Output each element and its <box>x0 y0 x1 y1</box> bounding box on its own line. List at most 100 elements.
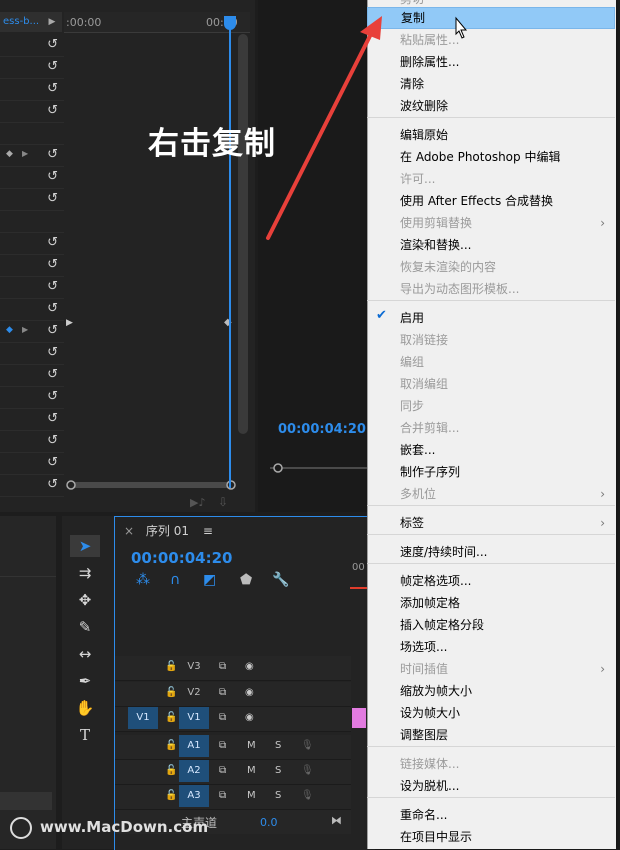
reset-parameter-icon[interactable]: ↺ <box>47 323 58 338</box>
effect-controls-playhead[interactable] <box>229 18 231 488</box>
timeline-tab[interactable]: × 序列 01 ≡ <box>124 522 213 539</box>
menu-item[interactable]: 波纹删除 <box>367 95 615 117</box>
track-target-toggle[interactable]: V1 <box>179 707 209 729</box>
type-tool-icon[interactable]: T <box>70 724 100 746</box>
timeline-track[interactable]: 🔓 V3 ⧉ ◉ <box>115 656 351 681</box>
keyframe-toggle-icon[interactable]: ◆ <box>6 149 13 159</box>
reset-parameter-icon[interactable]: ↺ <box>47 433 58 448</box>
voice-over-record-icon[interactable]: 🎙 <box>301 790 314 801</box>
hand-tool-icon[interactable]: ✋ <box>70 697 100 719</box>
menu-item[interactable]: 删除属性... <box>367 51 615 73</box>
reset-parameter-icon[interactable]: ↺ <box>47 37 58 52</box>
effect-property-row[interactable]: ↺ ◆ ▶ <box>0 320 64 343</box>
selection-tool-icon[interactable]: ➤ <box>70 535 100 557</box>
ripple-edit-tool-icon[interactable]: ✥ <box>70 589 100 611</box>
reset-parameter-icon[interactable]: ↺ <box>47 81 58 96</box>
timeline-track[interactable]: 🔓 A1 ⧉ M S 🎙 <box>115 735 351 760</box>
reset-parameter-icon[interactable]: ↺ <box>47 191 58 206</box>
effect-property-row[interactable]: ↺ <box>0 100 64 123</box>
menu-item[interactable]: 制作子序列 <box>367 461 615 483</box>
source-patch[interactable] <box>128 760 158 782</box>
menu-item[interactable]: 添加帧定格 <box>367 592 615 614</box>
track-lock-icon[interactable]: 🔓 <box>165 740 177 751</box>
linked-selection-icon[interactable]: ◩ <box>203 572 216 588</box>
effect-property-row[interactable]: ↺ <box>0 474 64 497</box>
menu-item[interactable]: 嵌套... <box>367 439 615 461</box>
menu-item[interactable]: 插入帧定格分段 <box>367 614 615 636</box>
toggle-output-eye-icon[interactable]: ◉ <box>245 712 254 723</box>
effect-property-row[interactable]: ↺ <box>0 232 64 255</box>
timeline-track[interactable]: 🔓 A3 ⧉ M S 🎙 <box>115 785 351 810</box>
timeline-track[interactable]: 🔓 A2 ⧉ M S 🎙 <box>115 760 351 785</box>
menu-item[interactable]: 启用 <box>367 307 615 329</box>
track-lock-icon[interactable]: 🔓 <box>165 661 177 672</box>
program-monitor-scrubber[interactable] <box>270 462 368 474</box>
voice-over-record-icon[interactable]: 🎙 <box>301 765 314 776</box>
mute-button[interactable]: M <box>247 765 256 776</box>
menu-item[interactable]: 渲染和替换... <box>367 234 615 256</box>
effect-property-row[interactable]: ↺ <box>0 430 64 453</box>
next-keyframe-icon[interactable]: ▶ <box>22 149 28 158</box>
effect-property-row[interactable] <box>0 122 64 145</box>
go-to-out-icon[interactable]: ⧓ <box>331 814 342 827</box>
razor-tool-icon[interactable]: ✎ <box>70 616 100 638</box>
sync-lock-icon[interactable]: ⧉ <box>219 712 226 723</box>
track-target-toggle[interactable]: V3 <box>179 656 209 678</box>
play-only-clip-arrow-icon[interactable]: ▶ <box>42 12 62 32</box>
master-volume-value[interactable]: 0.0 <box>260 816 278 829</box>
effect-property-row[interactable]: ↺ <box>0 452 64 475</box>
reset-parameter-icon[interactable]: ↺ <box>47 367 58 382</box>
source-patch[interactable] <box>128 656 158 678</box>
video-clip[interactable] <box>352 708 366 728</box>
reset-parameter-icon[interactable]: ↺ <box>47 147 58 162</box>
reset-parameter-icon[interactable]: ↺ <box>47 257 58 272</box>
mute-button[interactable]: M <box>247 740 256 751</box>
menu-item[interactable]: 调整图层 <box>367 724 615 746</box>
reset-parameter-icon[interactable]: ↺ <box>47 279 58 294</box>
timeline-track[interactable]: V1 🔓 V1 ⧉ ◉ <box>115 707 351 732</box>
reset-parameter-icon[interactable]: ↺ <box>47 169 58 184</box>
sync-lock-icon[interactable]: ⧉ <box>219 765 226 776</box>
sync-lock-icon[interactable]: ⧉ <box>219 740 226 751</box>
keyframe-nav-left-icon[interactable]: ▶ <box>66 318 73 328</box>
track-lock-icon[interactable]: 🔓 <box>165 712 177 723</box>
solo-button[interactable]: S <box>275 790 281 801</box>
effect-property-row[interactable]: ↺ ◆ ▶ <box>0 144 64 167</box>
effect-property-row[interactable] <box>0 210 64 233</box>
track-target-toggle[interactable]: A1 <box>179 735 209 757</box>
track-select-tool-icon[interactable]: ⇉ <box>70 562 100 584</box>
menu-item[interactable]: 清除 <box>367 73 615 95</box>
slip-tool-icon[interactable]: ↔ <box>70 643 100 665</box>
next-keyframe-icon[interactable]: ▶ <box>22 325 28 334</box>
menu-item[interactable]: 场选项... <box>367 636 615 658</box>
effect-property-row[interactable]: ↺ <box>0 298 64 321</box>
effect-property-row[interactable]: ↺ <box>0 78 64 101</box>
program-monitor-timecode[interactable]: 00:00:04:20 <box>278 422 366 437</box>
reset-parameter-icon[interactable]: ↺ <box>47 345 58 360</box>
solo-button[interactable]: S <box>275 765 281 776</box>
menu-item[interactable]: 速度/持续时间... <box>367 541 615 563</box>
source-patch[interactable] <box>128 682 158 704</box>
close-icon[interactable]: × <box>124 524 134 538</box>
track-target-toggle[interactable]: V2 <box>179 682 209 704</box>
effect-property-row[interactable]: ↺ <box>0 34 64 57</box>
reset-parameter-icon[interactable]: ↺ <box>47 103 58 118</box>
menu-item[interactable]: 编辑原始 <box>367 124 615 146</box>
timeline-settings-wrench-icon[interactable]: 🔧 <box>272 572 289 588</box>
nest-toggle-icon[interactable]: ⁂ <box>136 572 150 588</box>
timeline-track[interactable]: 🔓 V2 ⧉ ◉ <box>115 682 351 707</box>
menu-item[interactable]: 设为脱机... <box>367 775 615 797</box>
filter-icon[interactable]: ⇩ <box>218 495 228 509</box>
effect-property-row[interactable]: ↺ <box>0 342 64 365</box>
pen-tool-icon[interactable]: ✒ <box>70 670 100 692</box>
effect-property-row[interactable]: ↺ <box>0 364 64 387</box>
effect-property-row[interactable]: ↺ <box>0 188 64 211</box>
reset-parameter-icon[interactable]: ↺ <box>47 411 58 426</box>
timeline-timecode[interactable]: 00:00:04:20 <box>131 549 233 567</box>
track-lock-icon[interactable]: 🔓 <box>165 765 177 776</box>
reset-parameter-icon[interactable]: ↺ <box>47 235 58 250</box>
track-target-toggle[interactable]: A2 <box>179 760 209 782</box>
reset-parameter-icon[interactable]: ↺ <box>47 477 58 492</box>
reset-parameter-icon[interactable]: ↺ <box>47 455 58 470</box>
effect-property-row[interactable]: ↺ <box>0 386 64 409</box>
